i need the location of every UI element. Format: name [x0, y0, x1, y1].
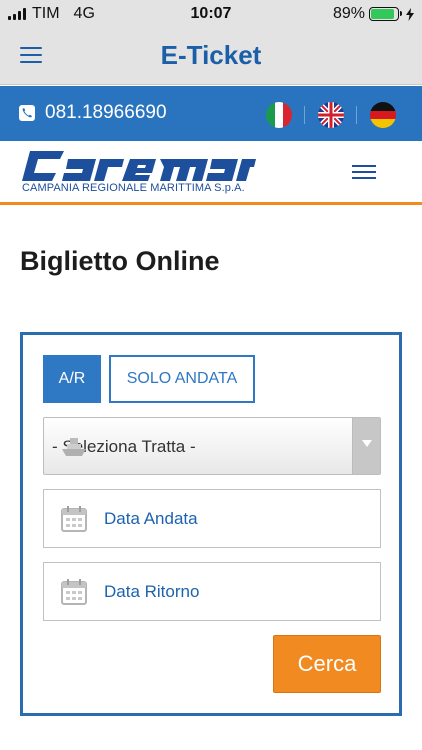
- contact-bar: 081.18966690: [0, 86, 422, 141]
- battery-icon: [369, 7, 402, 21]
- app-title: E-Ticket: [160, 40, 262, 70]
- battery-percent: 89%: [332, 5, 365, 22]
- return-date-placeholder: Data Ritorno: [104, 582, 200, 601]
- search-button[interactable]: Cerca: [273, 635, 381, 693]
- calendar-icon: [61, 506, 87, 532]
- round-trip-button[interactable]: A/R: [43, 355, 101, 403]
- calendar-icon: [61, 579, 87, 605]
- status-bar: TIM 4G 10:07 89%: [0, 0, 422, 28]
- app-header: E-Ticket: [0, 28, 422, 85]
- flag-italy-icon[interactable]: [266, 102, 292, 128]
- status-right: 89%: [333, 5, 414, 23]
- caremar-logo[interactable]: [20, 149, 256, 183]
- flag-divider: [304, 106, 305, 124]
- phone-icon: [19, 105, 35, 121]
- ship-icon: [62, 438, 86, 456]
- logo-subtitle: CAMPANIA REGIONALE MARITTIMA S.p.A.: [22, 182, 245, 194]
- booking-form: A/R SOLO ANDATA - Seleziona Tratta - Dat…: [20, 332, 402, 716]
- flag-germany-icon[interactable]: [370, 102, 396, 128]
- chevron-down-icon: [362, 440, 372, 447]
- route-select[interactable]: - Seleziona Tratta -: [43, 417, 381, 475]
- charging-bolt-icon: [406, 7, 414, 21]
- flag-uk-icon[interactable]: [318, 102, 344, 128]
- dropdown-toggle[interactable]: [352, 418, 380, 474]
- departure-date-field[interactable]: Data Andata: [43, 489, 381, 548]
- return-date-field[interactable]: Data Ritorno: [43, 562, 381, 621]
- flag-divider: [356, 106, 357, 124]
- one-way-button[interactable]: SOLO ANDATA: [109, 355, 255, 403]
- page-title: Biglietto Online: [20, 246, 220, 276]
- logo-bar: CAMPANIA REGIONALE MARITTIMA S.p.A.: [0, 141, 422, 205]
- site-menu-icon[interactable]: [352, 165, 376, 181]
- departure-date-placeholder: Data Andata: [104, 509, 198, 528]
- phone-number[interactable]: 081.18966690: [45, 102, 167, 124]
